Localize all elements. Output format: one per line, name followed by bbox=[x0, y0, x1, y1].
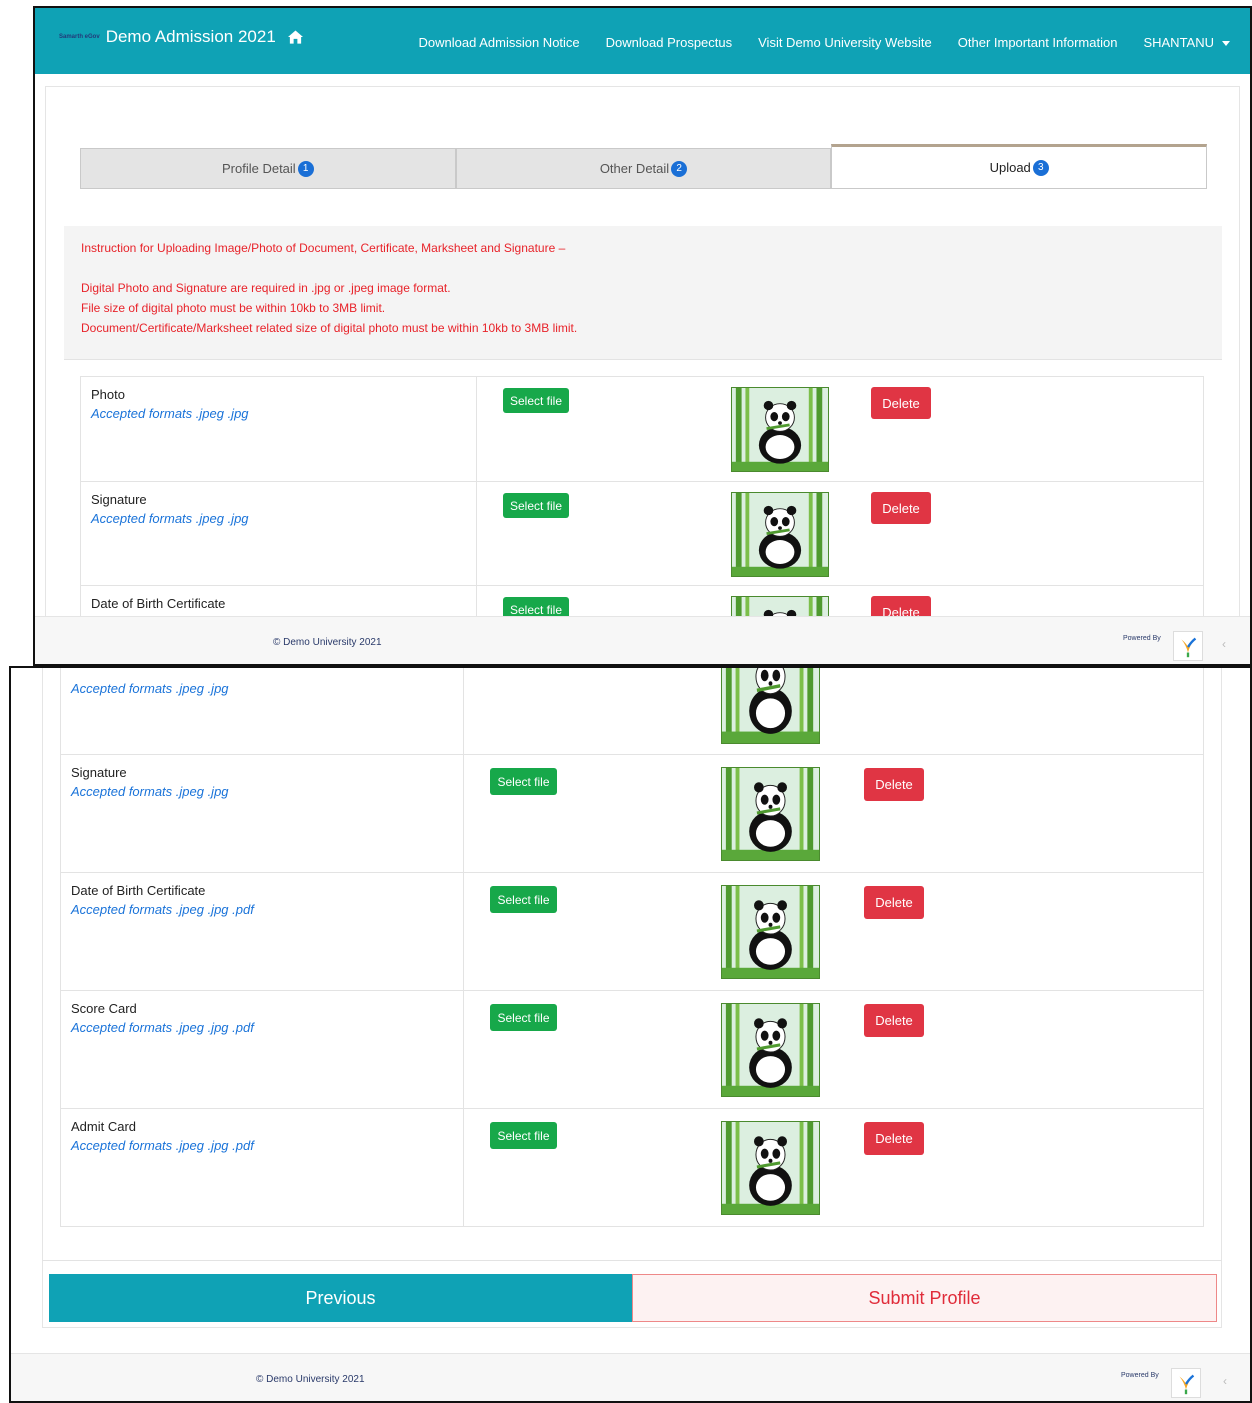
powered-by-label: Powered By bbox=[1121, 1372, 1159, 1379]
table-row: Signature Accepted formats .jpeg .jpg Se… bbox=[60, 754, 1204, 873]
doc-action-cell: Select file Delete bbox=[463, 1108, 1204, 1227]
brand-logo: Samarth eGov bbox=[59, 34, 100, 40]
delete-button[interactable]: Delete bbox=[871, 492, 931, 524]
tab-profile-detail[interactable]: Profile Detail 1 bbox=[80, 148, 456, 189]
doc-label-cell: Photo Accepted formats .jpeg .jpg bbox=[80, 376, 477, 482]
submit-profile-button[interactable]: Submit Profile bbox=[632, 1274, 1217, 1322]
table-row: Date of Birth Certificate Accepted forma… bbox=[60, 872, 1204, 991]
upload-table: Accepted formats .jpeg .jpg Signature Ac… bbox=[60, 668, 1204, 1227]
brand[interactable]: Samarth eGov Demo Admission 2021 bbox=[59, 27, 303, 47]
doc-formats: Accepted formats .jpeg .jpg bbox=[71, 681, 229, 696]
table-row: Admit Card Accepted formats .jpeg .jpg .… bbox=[60, 1108, 1204, 1227]
nav-download-prospectus[interactable]: Download Prospectus bbox=[606, 35, 732, 50]
tab-other-detail[interactable]: Other Detail 2 bbox=[455, 148, 832, 189]
uploaded-image-thumbnail bbox=[731, 387, 829, 472]
nav-links: Download Admission Notice Download Prosp… bbox=[419, 35, 1230, 50]
delete-button[interactable]: Delete bbox=[864, 886, 924, 919]
samarth-logo[interactable] bbox=[1173, 631, 1203, 661]
doc-name: Signature bbox=[91, 492, 147, 507]
instruction-line: Document/Certificate/Marksheet related s… bbox=[81, 321, 578, 335]
nav-visit-website[interactable]: Visit Demo University Website bbox=[758, 35, 932, 50]
delete-button[interactable]: Delete bbox=[864, 1004, 924, 1037]
doc-name: Admit Card bbox=[71, 1119, 137, 1134]
uploaded-image-thumbnail bbox=[721, 1121, 820, 1215]
select-file-button[interactable]: Select file bbox=[490, 1122, 557, 1149]
doc-label-cell: Signature Accepted formats .jpeg .jpg bbox=[80, 481, 477, 586]
table-row: Signature Accepted formats .jpeg .jpg Se… bbox=[80, 481, 1204, 586]
footer-copyright: © Demo University 2021 bbox=[273, 637, 382, 648]
uploaded-image-thumbnail bbox=[731, 492, 829, 577]
screenshot-top: Samarth eGov Demo Admission 2021 Downloa… bbox=[33, 6, 1252, 666]
doc-label-cell: Admit Card Accepted formats .jpeg .jpg .… bbox=[60, 1108, 464, 1227]
user-menu[interactable]: SHANTANU bbox=[1143, 35, 1230, 50]
doc-formats: Accepted formats .jpeg .jpg bbox=[91, 511, 249, 526]
tab-upload[interactable]: Upload 3 bbox=[831, 144, 1208, 189]
select-file-button[interactable]: Select file bbox=[490, 1004, 557, 1031]
table-row: Score Card Accepted formats .jpeg .jpg .… bbox=[60, 990, 1204, 1109]
doc-label-cell: Signature Accepted formats .jpeg .jpg bbox=[60, 754, 464, 873]
doc-name: Score Card bbox=[71, 1001, 137, 1016]
select-file-button[interactable]: Select file bbox=[490, 886, 557, 913]
home-icon[interactable] bbox=[287, 30, 303, 44]
table-row: Accepted formats .jpeg .jpg bbox=[60, 668, 1204, 755]
doc-name: Date of Birth Certificate bbox=[91, 596, 226, 611]
doc-label-cell: Score Card Accepted formats .jpeg .jpg .… bbox=[60, 990, 464, 1109]
delete-button[interactable]: Delete bbox=[864, 768, 924, 801]
step-badge: 2 bbox=[671, 160, 688, 177]
previous-button[interactable]: Previous bbox=[49, 1274, 632, 1322]
tab-label: Upload bbox=[989, 160, 1031, 175]
doc-label-cell: Accepted formats .jpeg .jpg bbox=[60, 668, 464, 755]
uploaded-image-thumbnail bbox=[721, 668, 820, 744]
user-name: SHANTANU bbox=[1143, 35, 1214, 50]
footer: © Demo University 2021 Powered By ‹ bbox=[35, 616, 1250, 664]
instruction-line: Digital Photo and Signature are required… bbox=[81, 281, 451, 295]
step-badge: 3 bbox=[1032, 159, 1049, 176]
table-row: Photo Accepted formats .jpeg .jpg Select… bbox=[80, 376, 1204, 482]
step-badge: 1 bbox=[297, 160, 314, 177]
chevron-left-icon[interactable]: ‹ bbox=[1223, 1374, 1227, 1388]
powered-by-label: Powered By bbox=[1123, 635, 1161, 642]
delete-button[interactable]: Delete bbox=[864, 1122, 924, 1155]
nav-download-notice[interactable]: Download Admission Notice bbox=[419, 35, 580, 50]
doc-formats: Accepted formats .jpeg .jpg bbox=[91, 406, 249, 421]
navbar: Samarth eGov Demo Admission 2021 Downloa… bbox=[35, 8, 1250, 74]
doc-formats: Accepted formats .jpeg .jpg .pdf bbox=[71, 1138, 254, 1153]
doc-name: Date of Birth Certificate bbox=[71, 883, 206, 898]
divider bbox=[42, 1260, 1222, 1261]
doc-action-cell: Select file Delete bbox=[463, 754, 1204, 873]
doc-formats: Accepted formats .jpeg .jpg bbox=[71, 784, 229, 799]
doc-action-cell bbox=[463, 668, 1204, 755]
uploaded-image-thumbnail bbox=[721, 1003, 820, 1097]
chevron-left-icon[interactable]: ‹ bbox=[1222, 637, 1226, 651]
screenshot-bottom: Accepted formats .jpeg .jpg Signature Ac… bbox=[9, 666, 1252, 1403]
select-file-button[interactable]: Select file bbox=[503, 388, 569, 413]
instruction-line: File size of digital photo must be withi… bbox=[81, 301, 386, 315]
caret-down-icon bbox=[1222, 41, 1230, 47]
doc-action-cell: Select file Delete bbox=[463, 990, 1204, 1109]
doc-formats: Accepted formats .jpeg .jpg .pdf bbox=[71, 1020, 254, 1035]
samarth-logo[interactable] bbox=[1171, 1368, 1201, 1398]
instructions-heading: Instruction for Uploading Image/Photo of… bbox=[81, 241, 566, 255]
tab-label: Profile Detail bbox=[221, 161, 296, 176]
delete-button[interactable]: Delete bbox=[871, 387, 931, 419]
doc-action-cell: Select file Delete bbox=[476, 481, 1204, 586]
uploaded-image-thumbnail bbox=[721, 885, 820, 979]
doc-formats: Accepted formats .jpeg .jpg .pdf bbox=[71, 902, 254, 917]
doc-name: Signature bbox=[71, 765, 127, 780]
select-file-button[interactable]: Select file bbox=[490, 768, 557, 795]
nav-other-info[interactable]: Other Important Information bbox=[958, 35, 1118, 50]
step-tabs: Profile Detail 1 Other Detail 2 Upload 3 bbox=[80, 144, 1208, 189]
tab-label: Other Detail bbox=[599, 161, 670, 176]
doc-label-cell: Date of Birth Certificate Accepted forma… bbox=[60, 872, 464, 991]
footer-copyright: © Demo University 2021 bbox=[256, 1374, 365, 1385]
upload-instructions: Instruction for Uploading Image/Photo of… bbox=[64, 226, 1222, 360]
uploaded-image-thumbnail bbox=[721, 767, 820, 861]
brand-title[interactable]: Demo Admission 2021 bbox=[106, 27, 276, 47]
doc-action-cell: Select file Delete bbox=[463, 872, 1204, 991]
doc-action-cell: Select file Delete bbox=[476, 376, 1204, 482]
doc-name: Photo bbox=[91, 387, 125, 402]
footer: © Demo University 2021 Powered By ‹ bbox=[11, 1353, 1250, 1401]
select-file-button[interactable]: Select file bbox=[503, 493, 569, 518]
